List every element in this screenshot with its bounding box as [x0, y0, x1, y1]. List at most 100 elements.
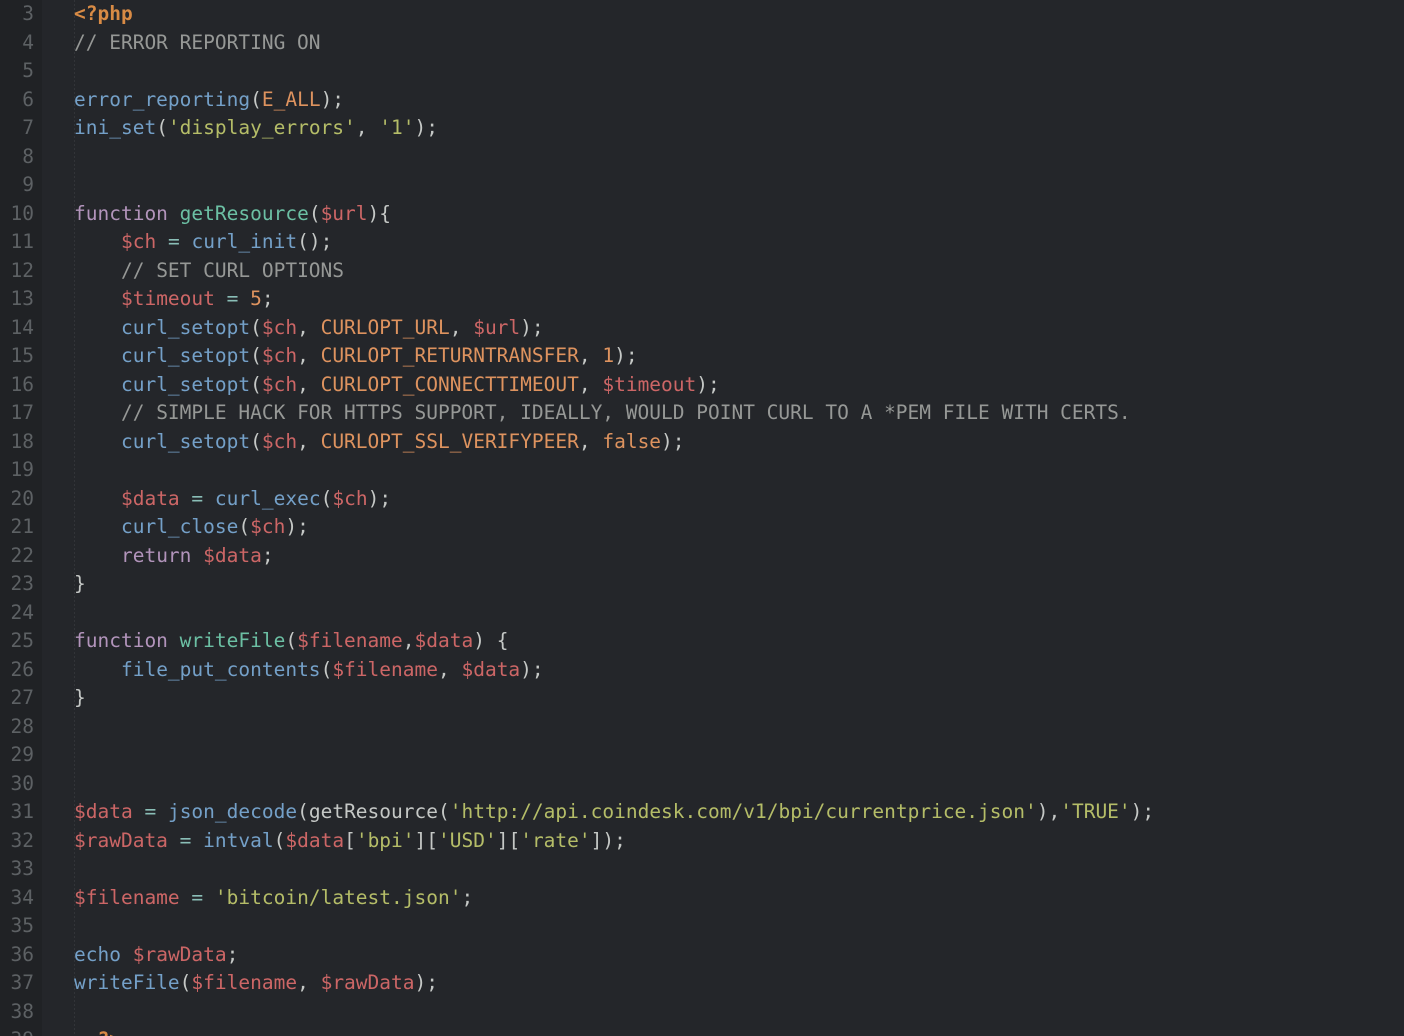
code-line[interactable]: 21 curl_close($ch);: [0, 513, 1404, 542]
code-line-text: error_reporting(E_ALL);: [74, 86, 344, 115]
token-punct: ,: [355, 116, 380, 139]
code-line[interactable]: 7 ini_set('display_errors', '1');: [0, 114, 1404, 143]
line-number: 33: [10, 857, 34, 880]
token-punct: (: [285, 629, 298, 652]
code-line[interactable]: 32 $rawData = intval($data['bpi']['USD'][…: [0, 827, 1404, 856]
token-punct: );: [414, 116, 438, 139]
line-number: 26: [10, 657, 34, 681]
code-line-text: }: [74, 684, 86, 713]
token-string: 'rate': [520, 828, 591, 852]
code-line[interactable]: 11 $ch = curl_init();: [0, 228, 1404, 257]
token-func-bi: curl_setopt: [120, 315, 251, 339]
code-line[interactable]: 24: [0, 599, 1404, 628]
token-func-bi: curl_exec: [214, 486, 321, 510]
code-line-text: $filename = 'bitcoin/latest.json';: [74, 884, 473, 913]
code-line[interactable]: 31 $data = json_decode(getResource('http:…: [0, 798, 1404, 827]
line-number: 25: [10, 629, 34, 652]
code-line[interactable]: 37 writeFile($filename, $rawData);: [0, 969, 1404, 998]
code-line[interactable]: 30: [0, 770, 1404, 799]
token-var: $ch: [332, 486, 368, 510]
token-string: 'USD': [438, 828, 497, 852]
code-content-area[interactable]: 3 <?php 4 // ERROR REPORTING ON 5 6 error_repo…: [0, 0, 1404, 1036]
code-line[interactable]: 12 // SET CURL OPTIONS: [0, 257, 1404, 286]
code-line[interactable]: 14 curl_setopt($ch, CURLOPT_URL, $url);: [0, 314, 1404, 343]
line-number: 39: [0, 1026, 34, 1036]
code-line[interactable]: 5: [0, 57, 1404, 86]
code-line-text: ini_set('display_errors', '1');: [74, 114, 438, 143]
code-line[interactable]: 17 // SIMPLE HACK FOR HTTPS SUPPORT, IDE…: [0, 399, 1404, 428]
code-line[interactable]: 25 function writeFile($filename,$data) {: [0, 627, 1404, 656]
code-editor[interactable]: 3 <?php 4 // ERROR REPORTING ON 5 6 error_repo…: [0, 0, 1404, 1036]
token-punct: ,: [297, 315, 321, 339]
code-line[interactable]: 27}: [0, 684, 1404, 713]
code-line[interactable]: 15 curl_setopt($ch, CURLOPT_RETURNTRANSF…: [0, 342, 1404, 371]
line-number: 10: [10, 201, 34, 225]
code-line[interactable]: 23}: [0, 570, 1404, 599]
line-number: 9: [22, 173, 34, 196]
token-var: $data: [74, 800, 133, 823]
code-line[interactable]: 22 return $data;: [0, 542, 1404, 571]
code-line[interactable]: 9: [0, 171, 1404, 200]
token-op: =: [179, 828, 192, 852]
code-line[interactable]: 10 function getResource($url){: [0, 200, 1404, 229]
line-number: 24: [10, 600, 34, 624]
code-line[interactable]: 13 $timeout = 5;: [0, 285, 1404, 314]
code-line[interactable]: 39 ?>: [0, 1026, 1404, 1036]
token-const: E_ALL: [261, 87, 321, 111]
token-php: ?>: [97, 1028, 120, 1036]
token-func-bi: curl_setopt: [120, 344, 251, 367]
token-punct: ();: [297, 230, 333, 253]
code-line-text: echo $rawData;: [74, 941, 238, 970]
token-var: $data: [120, 486, 180, 510]
code-line-text: }: [74, 570, 86, 599]
token-punct: ,: [578, 372, 603, 396]
code-line[interactable]: 4 // ERROR REPORTING ON: [0, 29, 1404, 58]
token-var: $url: [473, 315, 521, 339]
code-line[interactable]: 3 <?php: [0, 0, 1404, 29]
token-punct: (: [179, 971, 192, 994]
code-line[interactable]: 36 echo $rawData;: [0, 941, 1404, 970]
token-punct: ;: [226, 942, 239, 966]
token-punct: ){: [367, 201, 392, 225]
code-line-text: // SET CURL OPTIONS: [74, 257, 344, 286]
token-num: 1: [602, 344, 615, 367]
code-line[interactable]: 26 file_put_contents($filename, $data);: [0, 656, 1404, 685]
line-number: 28: [10, 714, 34, 738]
token-punct: ,: [449, 315, 474, 339]
code-line[interactable]: 38: [0, 998, 1404, 1027]
code-line[interactable]: 20 $data = curl_exec($ch);: [0, 485, 1404, 514]
code-line[interactable]: 33: [0, 855, 1404, 884]
token-punct: (: [250, 315, 262, 339]
line-number: 32: [10, 828, 34, 852]
code-line[interactable]: 34 $filename = 'bitcoin/latest.json';: [0, 884, 1404, 913]
code-line[interactable]: 19: [0, 456, 1404, 485]
code-line[interactable]: 6 error_reporting(E_ALL);: [0, 86, 1404, 115]
token-punct: (: [250, 372, 262, 396]
token-keyword: function: [74, 629, 168, 652]
token-var: $ch: [261, 344, 298, 367]
token-punct: (: [320, 657, 333, 681]
token-var: $data: [461, 657, 521, 681]
token-comment: // SIMPLE HACK FOR HTTPS SUPPORT, IDEALL…: [120, 401, 1131, 424]
code-line[interactable]: 18 curl_setopt($ch, CURLOPT_SSL_VERIFYPE…: [0, 428, 1404, 457]
token-string: 'http://api.coindesk.com/v1/bpi/currentp…: [449, 800, 1037, 823]
code-line[interactable]: 16 curl_setopt($ch, CURLOPT_CONNECTTIMEO…: [0, 371, 1404, 400]
token-punct: );: [520, 315, 544, 339]
code-line[interactable]: 35: [0, 912, 1404, 941]
code-line[interactable]: 28: [0, 713, 1404, 742]
code-line[interactable]: 29: [0, 741, 1404, 770]
code-line[interactable]: 8: [0, 143, 1404, 172]
code-line-text: $ch = curl_init();: [74, 228, 332, 257]
